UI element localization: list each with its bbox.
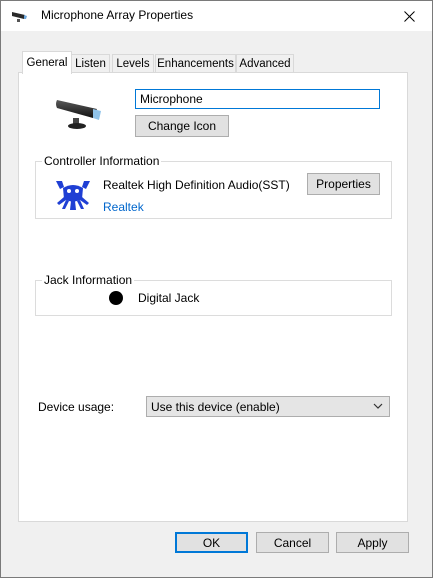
microphone-array-icon xyxy=(12,12,27,22)
properties-dialog: Microphone Array Properties General List… xyxy=(0,0,433,578)
controller-properties-button[interactable]: Properties xyxy=(307,173,380,195)
tab-label: Listen xyxy=(75,57,106,70)
tab-label: Enhancements xyxy=(157,57,234,70)
device-usage-select[interactable]: Use this device (enable) xyxy=(146,396,390,417)
microphone-array-icon xyxy=(56,100,101,129)
device-name-input[interactable] xyxy=(135,89,380,109)
apply-button[interactable]: Apply xyxy=(336,532,409,553)
device-usage-label: Device usage: xyxy=(38,400,115,414)
ok-button[interactable]: OK xyxy=(175,532,248,553)
button-label: Apply xyxy=(357,535,388,550)
tab-levels[interactable]: Levels xyxy=(112,54,154,72)
chevron-down-icon xyxy=(373,403,383,409)
window-title: Microphone Array Properties xyxy=(41,8,194,22)
tab-label: Levels xyxy=(116,57,150,70)
controller-information-label: Controller Information xyxy=(42,154,162,168)
button-label: OK xyxy=(202,535,221,550)
controller-name: Realtek High Definition Audio(SST) xyxy=(103,178,290,192)
change-icon-button[interactable]: Change Icon xyxy=(135,115,229,137)
close-button[interactable] xyxy=(386,1,432,31)
tab-listen[interactable]: Listen xyxy=(71,54,110,72)
close-icon xyxy=(403,10,415,22)
button-label: Cancel xyxy=(273,535,312,550)
tab-advanced[interactable]: Advanced xyxy=(236,54,294,72)
jack-description: Digital Jack xyxy=(138,291,200,305)
jack-information-label: Jack Information xyxy=(42,273,135,287)
button-label: Properties xyxy=(316,177,371,191)
vendor-link[interactable]: Realtek xyxy=(103,200,144,214)
tab-enhancements[interactable]: Enhancements xyxy=(155,54,236,72)
realtek-crab-logo-icon xyxy=(56,181,90,210)
button-label: Change Icon xyxy=(147,119,217,133)
tab-label: Advanced xyxy=(239,57,291,70)
title-bar[interactable]: Microphone Array Properties xyxy=(1,1,432,31)
jack-color-indicator xyxy=(109,291,123,305)
device-usage-value: Use this device (enable) xyxy=(151,399,280,414)
tab-general[interactable]: General xyxy=(22,51,72,74)
cancel-button[interactable]: Cancel xyxy=(256,532,329,553)
tab-label: General xyxy=(26,57,68,69)
